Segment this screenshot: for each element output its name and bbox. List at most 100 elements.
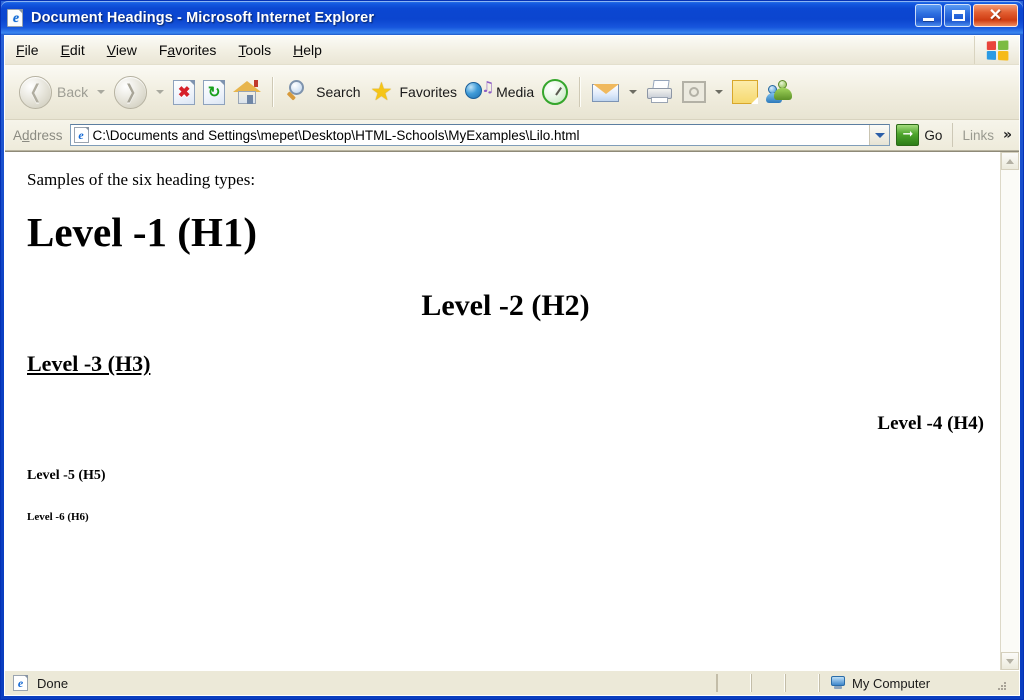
ie-page-icon: e bbox=[73, 127, 89, 143]
security-zone-label: My Computer bbox=[852, 675, 931, 691]
my-computer-icon bbox=[830, 676, 846, 690]
page-viewport: Samples of the six heading types: Level … bbox=[5, 151, 1019, 670]
menu-file-accel: F bbox=[16, 42, 25, 58]
media-globe-icon: ♫ bbox=[465, 80, 495, 104]
links-label: Links bbox=[962, 127, 994, 143]
menu-help-rest: elp bbox=[303, 42, 322, 58]
go-arrow-icon: ➞ bbox=[896, 124, 920, 146]
media-label: Media bbox=[496, 84, 535, 100]
history-icon bbox=[542, 79, 569, 105]
vertical-scrollbar[interactable] bbox=[1000, 152, 1019, 670]
go-label: Go bbox=[924, 127, 943, 143]
edit-page-icon bbox=[682, 81, 707, 103]
back-button[interactable]: ❬ Back bbox=[15, 70, 92, 114]
search-label: Search bbox=[316, 84, 361, 100]
menu-item-file[interactable]: File bbox=[5, 39, 50, 61]
status-bar: e Done My Computer bbox=[5, 670, 1019, 695]
address-label-pre: A bbox=[13, 127, 23, 143]
note-button[interactable] bbox=[728, 70, 762, 114]
forward-button[interactable]: ❭ bbox=[110, 70, 151, 114]
home-icon bbox=[233, 79, 262, 105]
resize-grip[interactable] bbox=[991, 675, 1007, 691]
menu-item-help[interactable]: Help bbox=[282, 39, 333, 61]
refresh-button[interactable]: ↻ bbox=[199, 70, 229, 114]
heading-level-3-text: Level -3 (H3) bbox=[27, 351, 151, 377]
menu-item-edit[interactable]: Edit bbox=[50, 39, 96, 61]
back-dropdown-icon[interactable] bbox=[97, 90, 106, 94]
heading-level-5: Level -5 (H5) bbox=[27, 468, 106, 484]
title-bar[interactable]: e Document Headings - Microsoft Internet… bbox=[1, 1, 1023, 35]
ie-document-icon: e bbox=[7, 9, 25, 27]
menu-bar: File Edit View Favorites Tools Help bbox=[5, 36, 1019, 65]
forward-arrow-icon: ❭ bbox=[114, 75, 148, 109]
print-icon bbox=[646, 80, 674, 104]
toolbar-separator-2 bbox=[579, 77, 582, 107]
go-button[interactable]: ➞ Go bbox=[890, 124, 950, 146]
window-title-document: Document Headings bbox=[31, 10, 173, 26]
window-title-separator: - bbox=[172, 10, 187, 26]
mail-dropdown-icon[interactable] bbox=[629, 90, 638, 94]
windows-flag-logo bbox=[974, 36, 1019, 64]
close-icon: ✕ bbox=[988, 7, 1003, 24]
address-label-post: dress bbox=[29, 127, 63, 143]
address-label-accel: d bbox=[22, 127, 30, 143]
menu-file-rest: ile bbox=[24, 42, 39, 58]
links-bar[interactable]: Links » bbox=[952, 123, 1019, 147]
heading-level-1: Level -1 (H1) bbox=[27, 209, 257, 255]
favorites-star-icon: ★ bbox=[370, 77, 393, 106]
chevron-down-icon[interactable] bbox=[869, 125, 890, 145]
home-button[interactable] bbox=[229, 70, 265, 114]
heading-level-6: Level -6 (H6) bbox=[27, 510, 89, 523]
client-area: File Edit View Favorites Tools Help ❬ Ba… bbox=[4, 35, 1020, 696]
close-button[interactable]: ✕ bbox=[973, 4, 1018, 27]
favorites-label: Favorites bbox=[399, 84, 458, 100]
mail-button[interactable] bbox=[588, 70, 624, 114]
browser-window: e Document Headings - Microsoft Internet… bbox=[0, 0, 1024, 700]
minimize-button[interactable] bbox=[915, 4, 942, 27]
status-message: e Done bbox=[5, 674, 717, 692]
back-label: Back bbox=[57, 84, 89, 100]
menu-help-accel: H bbox=[293, 42, 304, 58]
status-pane-3 bbox=[785, 674, 819, 692]
edit-button[interactable] bbox=[678, 70, 710, 114]
menu-view-rest: iew bbox=[115, 42, 137, 58]
window-title: Document Headings - Microsoft Internet E… bbox=[31, 10, 374, 26]
edit-dropdown-icon[interactable] bbox=[715, 90, 724, 94]
scrollbar-track[interactable] bbox=[1001, 170, 1019, 652]
stop-button[interactable]: ✖ bbox=[169, 70, 199, 114]
favorites-button[interactable]: ★ Favorites bbox=[364, 70, 461, 114]
window-controls: ✕ bbox=[915, 4, 1018, 27]
address-value[interactable]: C:\Documents and Settings\mepet\Desktop\… bbox=[93, 128, 870, 143]
menu-view-accel: V bbox=[106, 42, 116, 58]
restore-button[interactable] bbox=[944, 4, 971, 27]
mail-icon bbox=[592, 82, 620, 103]
menu-edit-rest: dit bbox=[69, 42, 85, 58]
status-text: Done bbox=[37, 675, 69, 691]
chevron-double-right-icon[interactable]: » bbox=[1003, 127, 1012, 143]
menu-item-tools[interactable]: Tools bbox=[227, 39, 282, 61]
messenger-people-icon bbox=[766, 80, 794, 104]
history-button[interactable] bbox=[538, 70, 572, 114]
status-pane-1 bbox=[717, 674, 751, 692]
media-button[interactable]: ♫ Media bbox=[461, 70, 538, 114]
scroll-down-icon[interactable] bbox=[1001, 652, 1019, 670]
search-button[interactable]: Search bbox=[281, 70, 364, 114]
ie-page-icon: e bbox=[13, 675, 28, 691]
refresh-icon: ↻ bbox=[203, 79, 226, 105]
menu-item-favorites[interactable]: Favorites bbox=[148, 39, 228, 61]
address-bar: Address e C:\Documents and Settings\mepe… bbox=[5, 120, 1019, 151]
window-title-app: Microsoft Internet Explorer bbox=[186, 10, 375, 26]
scroll-up-icon[interactable] bbox=[1001, 152, 1019, 170]
security-zone[interactable]: My Computer bbox=[819, 674, 1019, 692]
heading-level-2: Level -2 (H2) bbox=[421, 289, 590, 323]
stop-icon: ✖ bbox=[173, 79, 196, 105]
search-magnifier-icon bbox=[285, 79, 311, 105]
menu-tools-rest: ools bbox=[245, 42, 272, 58]
forward-dropdown-icon[interactable] bbox=[156, 90, 165, 94]
menu-item-view[interactable]: View bbox=[96, 39, 148, 61]
address-label: Address bbox=[13, 128, 63, 143]
messenger-button[interactable] bbox=[762, 70, 798, 114]
menu-edit-accel: E bbox=[60, 42, 70, 58]
print-button[interactable] bbox=[642, 70, 678, 114]
address-input[interactable]: e C:\Documents and Settings\mepet\Deskto… bbox=[69, 124, 891, 146]
